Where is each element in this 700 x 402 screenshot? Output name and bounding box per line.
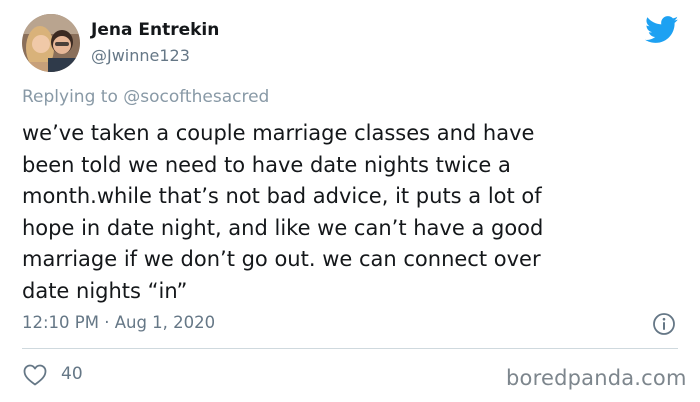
boredpanda-watermark: boredpanda.com xyxy=(506,366,687,390)
twitter-bird-icon[interactable] xyxy=(645,16,679,44)
replying-to-link[interactable]: Replying to @socofthesacred xyxy=(22,87,269,107)
tweet-body-line: month.while that’s not bad advice, it pu… xyxy=(22,184,542,208)
heart-icon[interactable] xyxy=(23,364,47,386)
author-handle[interactable]: @Jwinne123 xyxy=(91,46,190,65)
tweet-body-line: date nights “in” xyxy=(22,278,188,303)
tweet-body: we’ve taken a couple marriage classes an… xyxy=(22,118,662,307)
info-icon[interactable] xyxy=(652,312,676,336)
tweet-body-line: we’ve taken a couple marriage classes an… xyxy=(22,121,535,145)
tweet-timestamp[interactable]: 12:10 PM · Aug 1, 2020 xyxy=(22,313,215,332)
like-count: 40 xyxy=(61,364,83,384)
tweet-body-line: marriage if we don’t go out. we can conn… xyxy=(22,247,541,271)
author-name[interactable]: Jena Entrekin xyxy=(91,20,219,40)
avatar-photo xyxy=(22,14,80,72)
tweet-body-line: been told we need to have date nights tw… xyxy=(22,152,511,177)
divider xyxy=(22,348,678,349)
avatar[interactable] xyxy=(22,14,80,72)
tweet-body-line: hope in date night, and like we can’t ha… xyxy=(22,215,544,240)
